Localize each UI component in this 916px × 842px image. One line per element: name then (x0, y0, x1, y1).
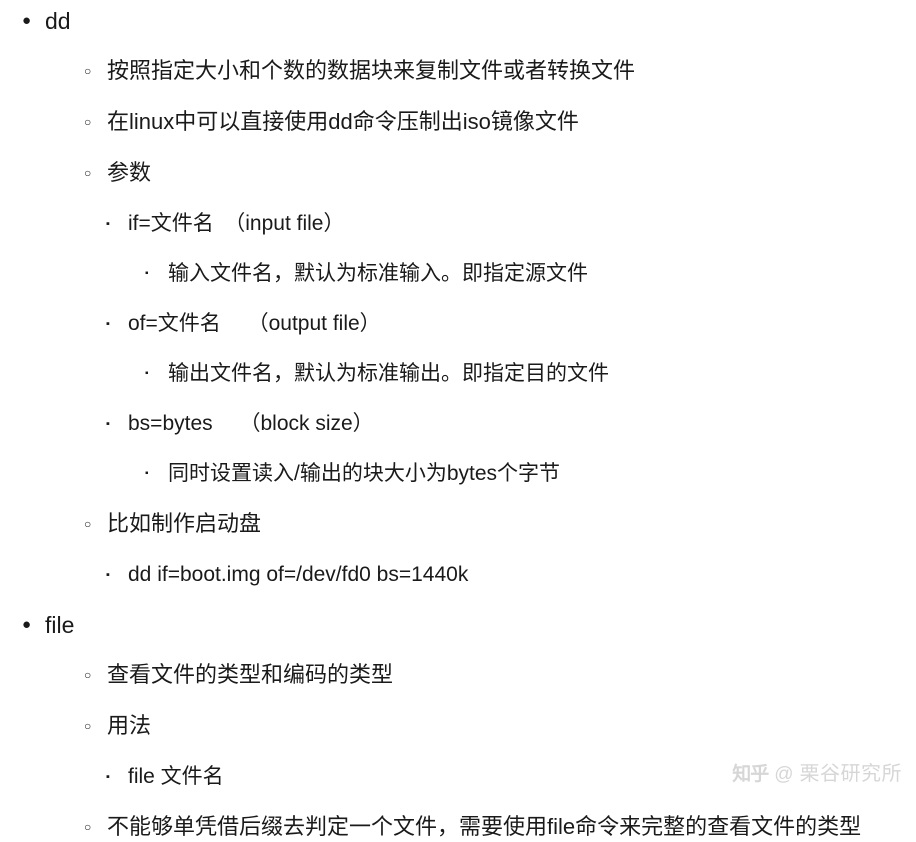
outline-item-label: 同时设置读入/输出的块大小为bytes个字节 (168, 462, 561, 485)
square-bullet: ▪ (145, 368, 149, 379)
circle-bullet: ○ (84, 820, 92, 834)
outline-document: ● dd ○ 按照指定大小和个数的数据块来复制文件或者转换文件 ○ 在linux中可以直接… (0, 0, 916, 842)
outline-item-label: 比如制作启动盘 (107, 511, 262, 536)
outline-item: ○ 参数 ▪ if=文件名 （input file） ▪ 输入文件名，默认为标准输入。即指… (0, 158, 916, 489)
outline-sublist: ▪ dd if=boot.img of=/dev/fd0 bs=1440k (0, 560, 916, 590)
square-bullet: ▪ (106, 569, 110, 581)
circle-bullet: ○ (84, 719, 92, 733)
outline-item: ▪ of=文件名 （output file） ▪ 输出文件名，默认为标准输出。即指定目… (0, 309, 916, 389)
outline-row: ▪ bs=bytes （block size） (0, 409, 916, 439)
outline-item: ○ 用法 ▪ file 文件名 (0, 711, 916, 792)
outline-row: ○ 按照指定大小和个数的数据块来复制文件或者转换文件 (0, 56, 916, 86)
outline-row: ▪ dd if=boot.img of=/dev/fd0 bs=1440k (0, 560, 916, 590)
outline-item: ▪ if=文件名 （input file） ▪ 输入文件名，默认为标准输入。即指定源文… (0, 209, 916, 289)
outline-row: ○ 参数 (0, 158, 916, 188)
circle-bullet: ○ (84, 166, 92, 180)
outline-row: ▪ 同时设置读入/输出的块大小为bytes个字节 (0, 459, 916, 489)
outline-item-label: file 文件名 (128, 765, 224, 788)
outline-row: ○ 在linux中可以直接使用dd命令压制出iso镜像文件 (0, 107, 916, 137)
outline-row: ● file (0, 610, 916, 640)
outline-item: ▪ 输入文件名，默认为标准输入。即指定源文件 (0, 259, 916, 289)
outline-list: ● dd ○ 按照指定大小和个数的数据块来复制文件或者转换文件 ○ 在linux中可以直接… (0, 6, 916, 842)
outline-row: ○ 不能够单凭借后缀去判定一个文件，需要使用file命令来完整的查看文件的类型 (0, 812, 916, 842)
outline-item-label: if=文件名 （input file） (128, 212, 345, 235)
outline-row: ▪ if=文件名 （input file） (0, 209, 916, 239)
outline-item-label: of=文件名 （output file） (128, 312, 381, 335)
outline-item: ○ 在linux中可以直接使用dd命令压制出iso镜像文件 (0, 107, 916, 137)
square-bullet: ▪ (106, 218, 110, 230)
outline-item: ▪ 输出文件名，默认为标准输出。即指定目的文件 (0, 359, 916, 389)
outline-item-label: 在linux中可以直接使用dd命令压制出iso镜像文件 (107, 109, 579, 134)
square-bullet: ▪ (106, 418, 110, 430)
outline-item-label: 输出文件名，默认为标准输出。即指定目的文件 (168, 362, 609, 385)
outline-item-label: dd if=boot.img of=/dev/fd0 bs=1440k (128, 563, 469, 586)
outline-item-label: 输入文件名，默认为标准输入。即指定源文件 (168, 262, 588, 285)
square-bullet: ▪ (145, 268, 149, 279)
outline-sublist: ▪ file 文件名 (0, 762, 916, 792)
outline-item: ○ 按照指定大小和个数的数据块来复制文件或者转换文件 (0, 56, 916, 86)
outline-sublist: ▪ 输出文件名，默认为标准输出。即指定目的文件 (0, 359, 916, 389)
circle-bullet: ○ (84, 115, 92, 129)
outline-item: ▪ dd if=boot.img of=/dev/fd0 bs=1440k (0, 560, 916, 590)
outline-row: ○ 用法 (0, 711, 916, 741)
outline-item-label: dd (45, 8, 71, 34)
circle-bullet: ○ (84, 64, 92, 78)
outline-item-label: 用法 (107, 713, 152, 738)
outline-row: ▪ 输入文件名，默认为标准输入。即指定源文件 (0, 259, 916, 289)
circle-bullet: ○ (84, 517, 92, 531)
outline-row: ● dd (0, 6, 916, 36)
outline-item: ○ 不能够单凭借后缀去判定一个文件，需要使用file命令来完整的查看文件的类型 (0, 812, 916, 842)
outline-sublist: ▪ 输入文件名，默认为标准输入。即指定源文件 (0, 259, 916, 289)
outline-sublist: ○ 按照指定大小和个数的数据块来复制文件或者转换文件 ○ 在linux中可以直接使用d… (0, 56, 916, 590)
outline-sublist: ▪ if=文件名 （input file） ▪ 输入文件名，默认为标准输入。即指定源文… (0, 209, 916, 489)
outline-row: ○ 比如制作启动盘 (0, 509, 916, 539)
outline-item-label: 查看文件的类型和编码的类型 (107, 662, 394, 687)
outline-row: ▪ 输出文件名，默认为标准输出。即指定目的文件 (0, 359, 916, 389)
outline-item: ▪ file 文件名 (0, 762, 916, 792)
square-bullet: ▪ (145, 468, 149, 479)
disc-bullet: ● (22, 12, 32, 29)
outline-item: ● file ○ 查看文件的类型和编码的类型 ○ 用法 ▪ file 文件名 ○ 不能够单凭借后缀… (0, 610, 916, 842)
outline-row: ▪ of=文件名 （output file） (0, 309, 916, 339)
outline-item-label: file (45, 612, 75, 638)
outline-item-label: 按照指定大小和个数的数据块来复制文件或者转换文件 (107, 58, 636, 83)
outline-item-label: 参数 (107, 160, 152, 185)
outline-item-label: bs=bytes （block size） (128, 412, 374, 435)
outline-sublist: ▪ 同时设置读入/输出的块大小为bytes个字节 (0, 459, 916, 489)
circle-bullet: ○ (84, 668, 92, 682)
outline-sublist: ○ 查看文件的类型和编码的类型 ○ 用法 ▪ file 文件名 ○ 不能够单凭借后缀去判定一个… (0, 660, 916, 842)
square-bullet: ▪ (106, 318, 110, 330)
outline-row: ▪ file 文件名 (0, 762, 916, 792)
outline-item: ▪ 同时设置读入/输出的块大小为bytes个字节 (0, 459, 916, 489)
disc-bullet: ● (22, 616, 32, 633)
outline-row: ○ 查看文件的类型和编码的类型 (0, 660, 916, 690)
square-bullet: ▪ (106, 771, 110, 783)
outline-item: ● dd ○ 按照指定大小和个数的数据块来复制文件或者转换文件 ○ 在linux中可以直接… (0, 6, 916, 590)
outline-item: ○ 比如制作启动盘 ▪ dd if=boot.img of=/dev/fd0 bs=1… (0, 509, 916, 590)
outline-item-label: 不能够单凭借后缀去判定一个文件，需要使用file命令来完整的查看文件的类型 (107, 814, 862, 839)
outline-item: ▪ bs=bytes （block size） ▪ 同时设置读入/输出的块大小为byt… (0, 409, 916, 489)
outline-item: ○ 查看文件的类型和编码的类型 (0, 660, 916, 690)
